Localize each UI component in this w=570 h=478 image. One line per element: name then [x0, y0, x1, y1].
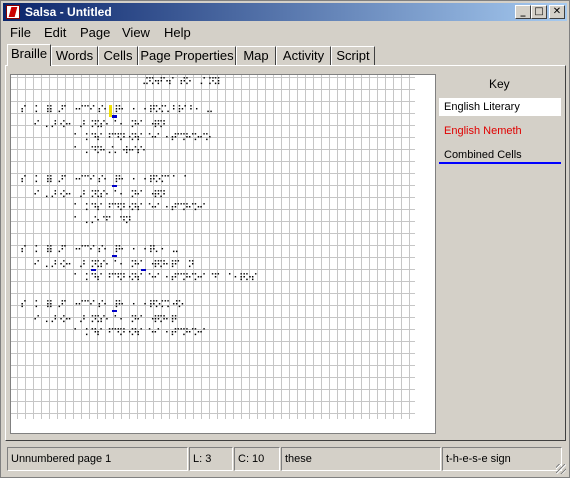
- braille-header-line[interactable]: ⠠⠝⠕⠞⠑⠎⠀⠞⠕⠀⠠⠁⠝⠽: [139, 77, 221, 89]
- resize-grip-icon[interactable]: [556, 464, 566, 474]
- braille-line[interactable]: ⠁⠀⠅⠙⠎⠀⠋⠙⠝⠐⠝⠎⠀⠑⠊⠀⠂⠞⠉⠝⠊⠕⠊⠕: [73, 133, 212, 145]
- tab-page-properties[interactable]: Page Properties: [138, 46, 236, 65]
- window-title: Salsa - Untitled: [25, 5, 112, 19]
- menu-help[interactable]: Help: [164, 25, 191, 40]
- title-bar[interactable]: Salsa - Untitled _ □ ✕: [3, 3, 567, 21]
- close-button[interactable]: ✕: [549, 5, 565, 19]
- braille-line[interactable]: ⠊⠀⠄⠜⠐⠕⠂⠀⠜⠀⠝⠵⠑⠀⠁⠂⠀⠝⠊⠀⠐⠟⠝: [33, 190, 166, 202]
- key-english-literary[interactable]: English Literary: [439, 98, 561, 116]
- status-sign: t-h-e-s-e sign: [442, 447, 562, 471]
- tab-cells[interactable]: Cells: [98, 46, 138, 65]
- key-combined-cells[interactable]: Combined Cells: [439, 146, 561, 164]
- key-title: Key: [489, 77, 510, 91]
- braille-line[interactable]: ⠊⠀⠄⠜⠐⠕⠂⠀⠜⠀⠝⠵⠑⠀⠁⠂⠀⠝⠊⠀⠐⠟⠝⠂⠟: [33, 315, 178, 327]
- braille-line[interactable]: ⠊⠀⠄⠜⠐⠕⠂⠀⠜⠀⠝⠵⠑⠀⠁⠂⠀⠝⠊⠀⠐⠟⠝: [33, 120, 166, 132]
- braille-line[interactable]: ⠁⠀⠄⠙⠝⠂⠌⠄⠐⠗⠊⠎⠂: [73, 146, 149, 158]
- braille-line[interactable]: ⠰⠁⠀⠅⠀⠿⠀⠜⠁⠀⠒⠉⠑⠁⠎⠂⠀⠟⠂⠀⠂⠀⠂⠟⠕⠍⠁⠁⠀⠁: [17, 175, 190, 187]
- menu-file[interactable]: File: [10, 25, 31, 40]
- salsa-app-icon[interactable]: [6, 5, 20, 19]
- tab-script[interactable]: Script: [331, 46, 375, 65]
- braille-line[interactable]: ⠁⠀⠅⠙⠎⠀⠋⠙⠝⠐⠝⠎⠀⠑⠊⠀⠂⠞⠉⠝⠊⠕⠊: [73, 203, 206, 215]
- status-column: C: 10: [234, 447, 280, 471]
- menu-page[interactable]: Page: [80, 25, 110, 40]
- status-line: L: 3: [189, 447, 233, 471]
- tab-map[interactable]: Map: [236, 46, 276, 65]
- braille-line[interactable]: ⠁⠀⠅⠙⠎⠀⠋⠙⠝⠐⠝⠎⠀⠑⠊⠀⠂⠞⠉⠝⠊⠕⠊: [73, 328, 206, 340]
- braille-line[interactable]: ⠰⠁⠀⠅⠀⠿⠀⠜⠁⠀⠒⠉⠑⠁⠎⠂⠀⠟⠂⠀⠂⠀⠂⠟⠕⠍⠄⠃⠗⠁⠃⠂⠀⠤: [17, 105, 213, 117]
- tab-activity[interactable]: Activity: [276, 46, 331, 65]
- tab-strip: Braille Words Cells Page Properties Map …: [5, 44, 565, 66]
- menu-edit[interactable]: Edit: [44, 25, 66, 40]
- status-page: Unnumbered page 1: [7, 447, 188, 471]
- braille-line[interactable]: ⠊⠀⠄⠜⠐⠕⠂⠀⠜⠀⠝⠵⠑⠀⠁⠂⠀⠝⠊⠀⠐⠟⠝⠂⠟⠁⠀⠝: [33, 260, 195, 272]
- application-window: Salsa - Untitled _ □ ✕ File Edit Page Vi…: [0, 0, 570, 478]
- menu-view[interactable]: View: [122, 25, 150, 40]
- tab-words[interactable]: Words: [51, 46, 98, 65]
- maximize-button[interactable]: □: [531, 5, 547, 19]
- braille-grid-canvas[interactable]: ⠠⠝⠕⠞⠑⠎⠀⠞⠕⠀⠠⠁⠝⠽ ⠰⠁⠀⠅⠀⠿⠀⠜⠁⠀⠒⠉⠑⠁⠎⠂⠀⠟⠂⠀⠂⠀⠂⠟⠕…: [10, 74, 436, 434]
- tab-braille[interactable]: Braille: [7, 44, 51, 66]
- status-word: these: [281, 447, 441, 471]
- key-english-nemeth[interactable]: English Nemeth: [439, 122, 561, 140]
- braille-line[interactable]: ⠁⠀⠅⠙⠎⠀⠋⠙⠝⠐⠝⠎⠀⠑⠊⠀⠂⠞⠉⠝⠊⠕⠊⠀⠙⠁⠀⠁⠂⠟⠕⠎: [73, 273, 258, 285]
- braille-line[interactable]: ⠰⠁⠀⠅⠀⠿⠀⠜⠁⠀⠒⠉⠑⠁⠎⠂⠀⠟⠂⠀⠂⠀⠂⠟⠄⠂⠀⠤: [17, 245, 179, 257]
- minimize-button[interactable]: _: [515, 5, 531, 19]
- canvas-margin-bottom: [11, 419, 435, 433]
- braille-line[interactable]: ⠰⠁⠀⠅⠀⠿⠀⠜⠁⠀⠒⠉⠑⠁⠎⠂⠀⠟⠂⠀⠂⠀⠂⠟⠕⠍⠅⠚⠕: [17, 300, 185, 312]
- braille-line[interactable]: ⠁⠀⠄⠌⠂⠙⠁⠀⠙⠝: [73, 216, 132, 228]
- menu-bar: File Edit Page View Help: [3, 23, 567, 41]
- canvas-margin-right: [415, 75, 435, 433]
